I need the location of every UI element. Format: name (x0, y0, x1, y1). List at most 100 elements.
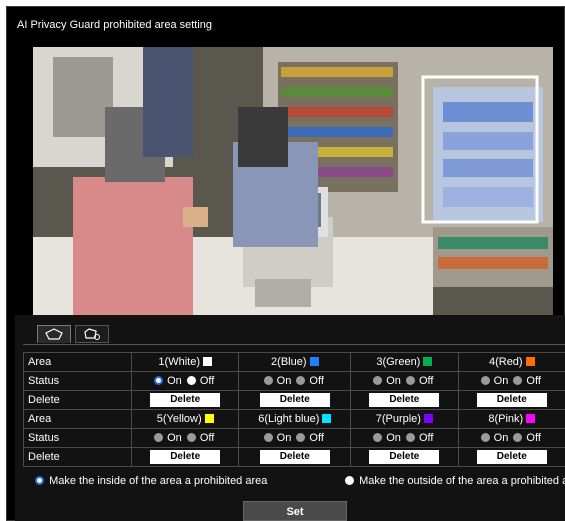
area-4-delete-button[interactable]: Delete (476, 393, 547, 407)
area-table: Area 1(White) 2(Blue) 3(Green) 4(Red) St… (23, 352, 565, 467)
off-label: Off (526, 375, 541, 387)
area-5-cell: 5(Yellow) (130, 409, 240, 429)
area-6-name: 6(Light blue) (258, 413, 320, 425)
on-label: On (276, 432, 292, 444)
table-row: Area 5(Yellow) 6(Light blue) 7(Purple) 8… (23, 409, 565, 429)
area-6-swatch (322, 414, 332, 423)
area-2-cell: 2(Blue) (238, 352, 352, 372)
area-4-cell: 4(Red) (457, 352, 565, 372)
area-3-cell: 3(Green) (350, 352, 459, 372)
off-label: Off (418, 432, 434, 444)
area-5-delete-cell: Delete (130, 447, 240, 467)
area-5-name: 5(Yellow) (156, 413, 202, 425)
mode-outside-label: Make the outside of the area a prohibite… (359, 475, 565, 487)
row-label-status: Status (23, 371, 132, 391)
area-7-name: 7(Purple) (375, 413, 421, 425)
area-1-delete-button[interactable]: Delete (150, 393, 221, 407)
polygon-icon (45, 328, 63, 340)
area-8-delete-button[interactable]: Delete (476, 450, 547, 464)
row-label-delete: Delete (23, 390, 132, 410)
area-6-off-radio[interactable] (296, 433, 306, 442)
area-5-swatch (204, 414, 214, 423)
table-row: Delete Delete Delete Delete Delete (23, 447, 565, 467)
off-label: Off (309, 432, 324, 444)
camera-image (33, 47, 553, 315)
area-8-status: On Off (457, 428, 565, 448)
area-4-off-radio[interactable] (513, 376, 523, 385)
camera-preview[interactable] (33, 47, 553, 315)
area-6-on-radio[interactable] (263, 433, 273, 442)
area-7-delete-button[interactable]: Delete (369, 450, 440, 464)
area-5-off-radio[interactable] (186, 433, 196, 442)
area-3-name: 3(Green) (376, 356, 421, 368)
area-8-swatch (526, 414, 536, 423)
area-4-swatch (525, 357, 535, 366)
set-button[interactable]: Set (243, 501, 347, 521)
rotate-polygon-icon (84, 328, 100, 340)
area-3-status: On Off (350, 371, 459, 391)
area-7-delete-cell: Delete (350, 447, 459, 467)
area-7-off-radio[interactable] (405, 433, 415, 442)
area-8-name: 8(Pink) (488, 413, 524, 425)
off-label: Off (309, 375, 324, 387)
table-row: Status On Off On Off On Off On Off (23, 428, 565, 448)
on-label: On (167, 432, 182, 444)
area-1-off-radio[interactable] (186, 376, 196, 385)
tab-rotate-polygon[interactable] (75, 325, 109, 343)
area-6-cell: 6(Light blue) (238, 409, 352, 429)
area-3-delete-cell: Delete (350, 390, 459, 410)
area-3-swatch (423, 357, 433, 366)
off-label: Off (199, 375, 215, 387)
area-5-status: On Off (130, 428, 240, 448)
area-1-delete-cell: Delete (130, 390, 240, 410)
area-2-delete-cell: Delete (238, 390, 352, 410)
on-label: On (493, 375, 509, 387)
row-label-area: Area (23, 352, 132, 372)
area-1-swatch (202, 357, 212, 366)
table-row: Area 1(White) 2(Blue) 3(Green) 4(Red) (23, 352, 565, 372)
area-7-on-radio[interactable] (373, 433, 383, 442)
area-1-name: 1(White) (158, 356, 200, 368)
mode-inside-radio[interactable] (35, 476, 44, 485)
area-6-delete-cell: Delete (238, 447, 352, 467)
area-4-on-radio[interactable] (480, 376, 490, 385)
area-settings-panel: Area 1(White) 2(Blue) 3(Green) 4(Red) St… (15, 315, 565, 521)
area-2-off-radio[interactable] (296, 376, 306, 385)
area-2-status: On Off (238, 371, 352, 391)
table-row: Status On Off On Off On Off On Off (23, 371, 565, 391)
area-7-status: On Off (350, 428, 459, 448)
off-label: Off (418, 375, 434, 387)
mode-inside-label: Make the inside of the area a prohibited… (49, 475, 268, 487)
on-label: On (276, 375, 292, 387)
area-3-on-radio[interactable] (373, 376, 383, 385)
mode-outside-option[interactable]: Make the outside of the area a prohibite… (345, 475, 565, 487)
mode-inside-option[interactable]: Make the inside of the area a prohibited… (35, 475, 267, 487)
on-label: On (167, 375, 182, 387)
row-label-area: Area (23, 409, 132, 429)
area-6-status: On Off (238, 428, 352, 448)
area-4-delete-cell: Delete (457, 390, 565, 410)
area-4-status: On Off (457, 371, 565, 391)
area-5-delete-button[interactable]: Delete (150, 450, 221, 464)
area-8-cell: 8(Pink) (457, 409, 565, 429)
mode-outside-radio[interactable] (345, 476, 354, 485)
area-7-swatch (423, 414, 433, 423)
area-2-delete-button[interactable]: Delete (259, 393, 330, 407)
area-1-on-radio[interactable] (154, 376, 164, 385)
on-label: On (386, 375, 401, 387)
area-4-name: 4(Red) (488, 356, 523, 368)
area-8-on-radio[interactable] (480, 433, 490, 442)
tab-polygon[interactable] (37, 325, 71, 343)
area-6-delete-button[interactable]: Delete (259, 450, 330, 464)
area-3-delete-button[interactable]: Delete (369, 393, 440, 407)
on-label: On (493, 432, 509, 444)
area-7-cell: 7(Purple) (350, 409, 459, 429)
off-label: Off (199, 432, 215, 444)
area-8-delete-cell: Delete (457, 447, 565, 467)
area-5-on-radio[interactable] (154, 433, 164, 442)
area-1-cell: 1(White) (130, 352, 240, 372)
off-label: Off (526, 432, 541, 444)
area-3-off-radio[interactable] (405, 376, 415, 385)
area-8-off-radio[interactable] (513, 433, 523, 442)
area-2-on-radio[interactable] (263, 376, 273, 385)
